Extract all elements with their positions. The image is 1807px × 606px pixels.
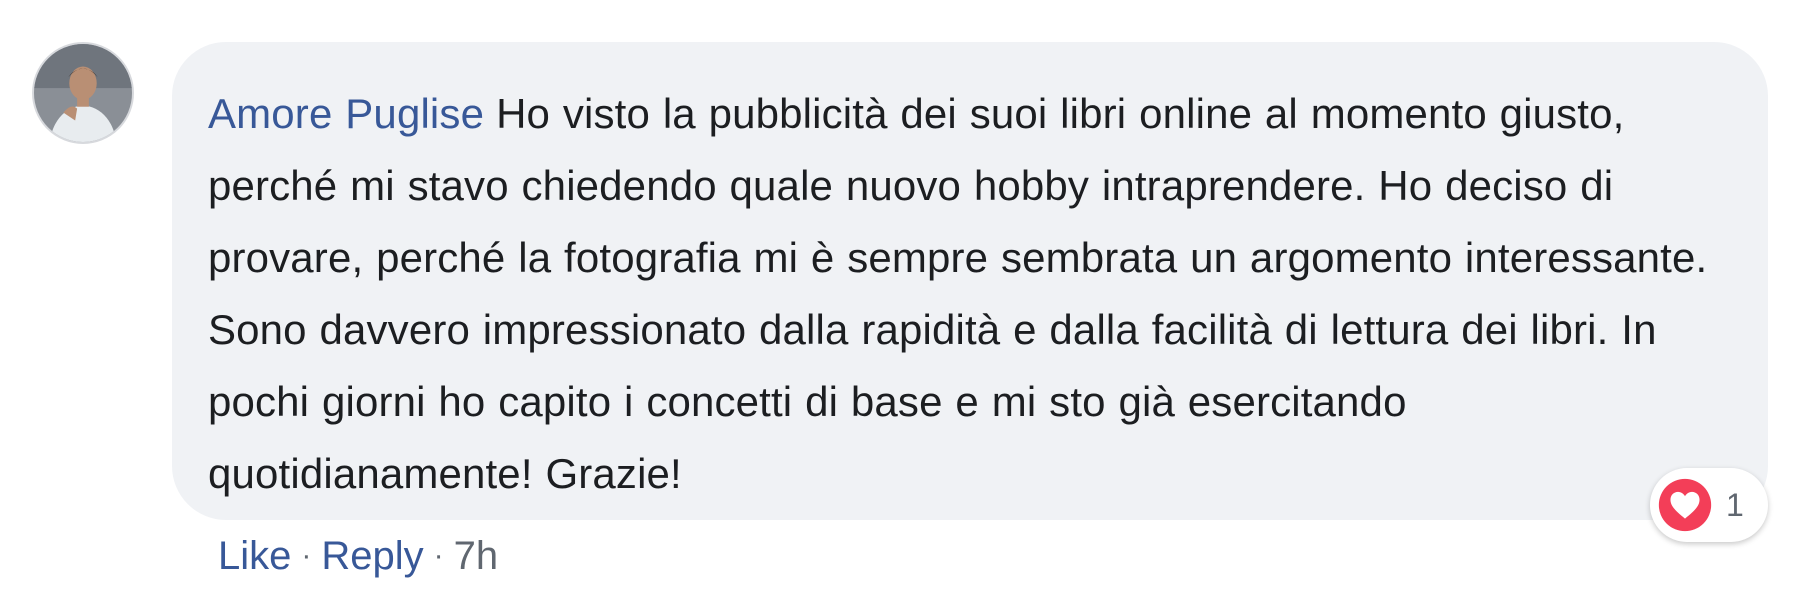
separator-dot: · bbox=[301, 539, 312, 572]
comment-timestamp[interactable]: 7h bbox=[454, 534, 499, 579]
reply-button[interactable]: Reply bbox=[321, 534, 423, 579]
comment-bubble: Amore Puglise Ho visto la pubblicità dei … bbox=[172, 42, 1768, 520]
comment-body: Amore Puglise Ho visto la pubblicità dei … bbox=[208, 78, 1728, 510]
separator-dot: · bbox=[433, 539, 444, 572]
avatar-photo bbox=[34, 44, 132, 142]
reaction-summary[interactable]: 1 bbox=[1650, 468, 1768, 542]
comment-text: Ho visto la pubblicità dei suoi libri on… bbox=[208, 90, 1708, 497]
avatar[interactable] bbox=[32, 42, 134, 144]
author-name-link[interactable]: Amore Puglise bbox=[208, 90, 484, 137]
comment: Amore Puglise Ho visto la pubblicità dei … bbox=[0, 0, 1807, 606]
comment-actions: Like · Reply · 7h bbox=[218, 530, 498, 582]
reaction-count: 1 bbox=[1726, 486, 1744, 523]
heart-icon bbox=[1655, 475, 1715, 535]
like-button[interactable]: Like bbox=[218, 534, 291, 579]
